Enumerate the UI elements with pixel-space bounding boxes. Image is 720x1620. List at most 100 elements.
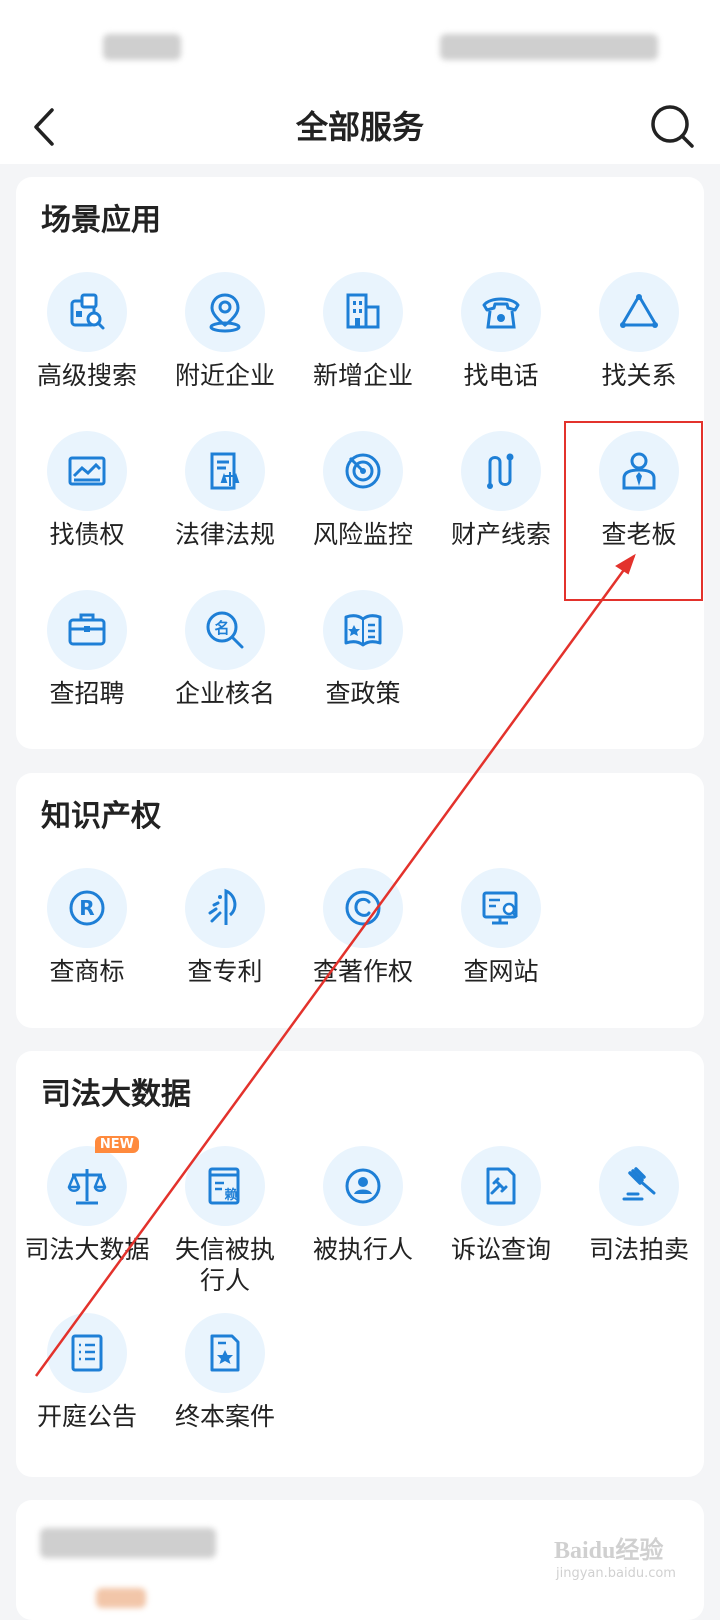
icon-circle: NEW <box>47 1136 139 1226</box>
service-policy[interactable]: 查政策 <box>293 590 433 709</box>
new-badge: NEW <box>94 1136 139 1153</box>
service-label: 找电话 <box>463 361 539 390</box>
service-find-creditor[interactable]: 找债权 <box>17 431 157 550</box>
justice-scale-icon <box>67 1169 107 1205</box>
service-judicial-auction[interactable]: 司法拍卖 <box>569 1146 709 1265</box>
icon-circle <box>323 590 403 670</box>
service-closed-cases[interactable]: 终本案件 <box>155 1313 295 1432</box>
service-nearby-companies[interactable]: 附近企业 <box>155 272 295 391</box>
icon-circle <box>185 272 265 352</box>
radar-icon <box>345 453 381 489</box>
service-label: 法律法规 <box>174 520 275 549</box>
status-icons-blurred <box>440 34 658 60</box>
service-lawsuit-query[interactable]: 诉讼查询 <box>431 1146 571 1265</box>
copyright-icon <box>345 890 381 926</box>
status-time-blurred <box>103 34 181 60</box>
path-clue-icon <box>487 453 514 489</box>
icon-circle <box>323 1146 403 1226</box>
service-dishonest-list[interactable]: 赖 失信被执行人 <box>155 1146 295 1296</box>
service-label: 新增企业 <box>312 361 413 390</box>
service-label: 附近企业 <box>174 361 275 390</box>
icon-circle <box>599 1146 679 1226</box>
page-title: 全部服务 <box>295 108 424 146</box>
service-label: 企业核名 <box>174 679 275 708</box>
service-label: 查政策 <box>325 679 401 708</box>
search-button[interactable] <box>648 102 698 152</box>
service-laws[interactable]: 法律法规 <box>155 431 295 550</box>
icon-circle <box>323 431 403 511</box>
service-label: 找关系 <box>601 361 677 390</box>
icon-circle <box>185 431 265 511</box>
watermark-brand: Baidu经验 <box>554 1538 664 1564</box>
section-title: 知识产权 <box>41 799 161 834</box>
section-title: 司法大数据 <box>41 1077 191 1112</box>
briefcase-icon <box>68 613 106 646</box>
service-label: 司法拍卖 <box>588 1235 689 1264</box>
relationship-triangle-icon <box>620 294 658 328</box>
service-label: 风险监控 <box>312 520 413 549</box>
building-icon <box>346 293 380 329</box>
policy-book-icon <box>344 614 382 647</box>
top-nav-bar: 全部服务 <box>0 90 720 164</box>
icon-circle <box>323 868 403 948</box>
icon-circle <box>323 272 403 352</box>
icon-blurred <box>96 1588 146 1608</box>
name-search-icon: 名 <box>206 611 244 649</box>
service-label: 高级搜索 <box>36 361 137 390</box>
person-circle-icon <box>345 1168 381 1204</box>
service-patent[interactable]: 查专利 <box>155 868 295 987</box>
service-risk-monitor[interactable]: 风险监控 <box>293 431 433 550</box>
website-monitor-icon <box>482 891 518 925</box>
service-advanced-search[interactable]: 高级搜索 <box>17 272 157 391</box>
icon-circle <box>461 431 541 511</box>
service-find-jobs[interactable]: 查招聘 <box>17 590 157 709</box>
search-icon <box>651 105 694 148</box>
announcement-list-icon <box>71 1334 103 1372</box>
svg-text:赖: 赖 <box>224 1187 237 1203</box>
service-label: 查网站 <box>463 957 539 986</box>
svg-text:R: R <box>79 896 94 920</box>
service-court-announcement[interactable]: 开庭公告 <box>17 1313 157 1432</box>
service-label: 查专利 <box>187 957 263 986</box>
status-bar <box>0 0 720 90</box>
service-new-companies[interactable]: 新增企业 <box>293 272 433 391</box>
service-label: 查著作权 <box>312 957 413 986</box>
baidu-watermark: Baidu经验 jingyan.baidu.com <box>552 1522 712 1592</box>
dishonest-list-icon: 赖 <box>208 1167 240 1205</box>
location-pin-icon <box>209 293 241 333</box>
service-executed-person[interactable]: 被执行人 <box>293 1146 433 1265</box>
icon-circle <box>47 272 127 352</box>
service-label: 查商标 <box>49 957 125 986</box>
service-name-check[interactable]: 名 企业核名 <box>155 590 295 709</box>
icon-circle: 名 <box>185 590 265 670</box>
advanced-search-icon <box>70 293 105 330</box>
icon-circle <box>599 272 679 352</box>
closed-case-icon <box>210 1334 240 1372</box>
icon-circle <box>461 272 541 352</box>
service-trademark[interactable]: R 查商标 <box>17 868 157 987</box>
service-website[interactable]: 查网站 <box>431 868 571 987</box>
telephone-icon <box>482 297 520 329</box>
section-title-blurred <box>40 1528 216 1558</box>
gavel-icon <box>622 1167 656 1201</box>
service-copyright[interactable]: 查著作权 <box>293 868 433 987</box>
service-label: 失信被执行人 <box>174 1235 275 1295</box>
service-judicial-data[interactable]: NEW 司法大数据 <box>17 1136 157 1265</box>
law-document-icon <box>210 452 240 490</box>
icon-circle <box>185 868 265 948</box>
service-label: 财产线索 <box>450 520 551 549</box>
annotation-highlight-box <box>564 421 703 601</box>
icon-circle: 赖 <box>185 1146 265 1226</box>
service-label: 终本案件 <box>174 1402 275 1431</box>
icon-circle <box>461 868 541 948</box>
service-property-clues[interactable]: 财产线索 <box>431 431 571 550</box>
service-label: 被执行人 <box>312 1235 413 1264</box>
icon-circle <box>461 1146 541 1226</box>
watermark-url: jingyan.baidu.com <box>556 1566 676 1581</box>
section-card-judicial: 司法大数据 NEW 司法大数据 赖 失信被执行人 被执行人 诉讼查询 司法拍卖 <box>16 1051 704 1477</box>
icon-circle <box>47 1313 127 1393</box>
lawsuit-document-icon <box>486 1167 516 1205</box>
service-find-phone[interactable]: 找电话 <box>431 272 571 391</box>
service-find-relationship[interactable]: 找关系 <box>569 272 709 391</box>
section-title: 场景应用 <box>41 203 161 238</box>
